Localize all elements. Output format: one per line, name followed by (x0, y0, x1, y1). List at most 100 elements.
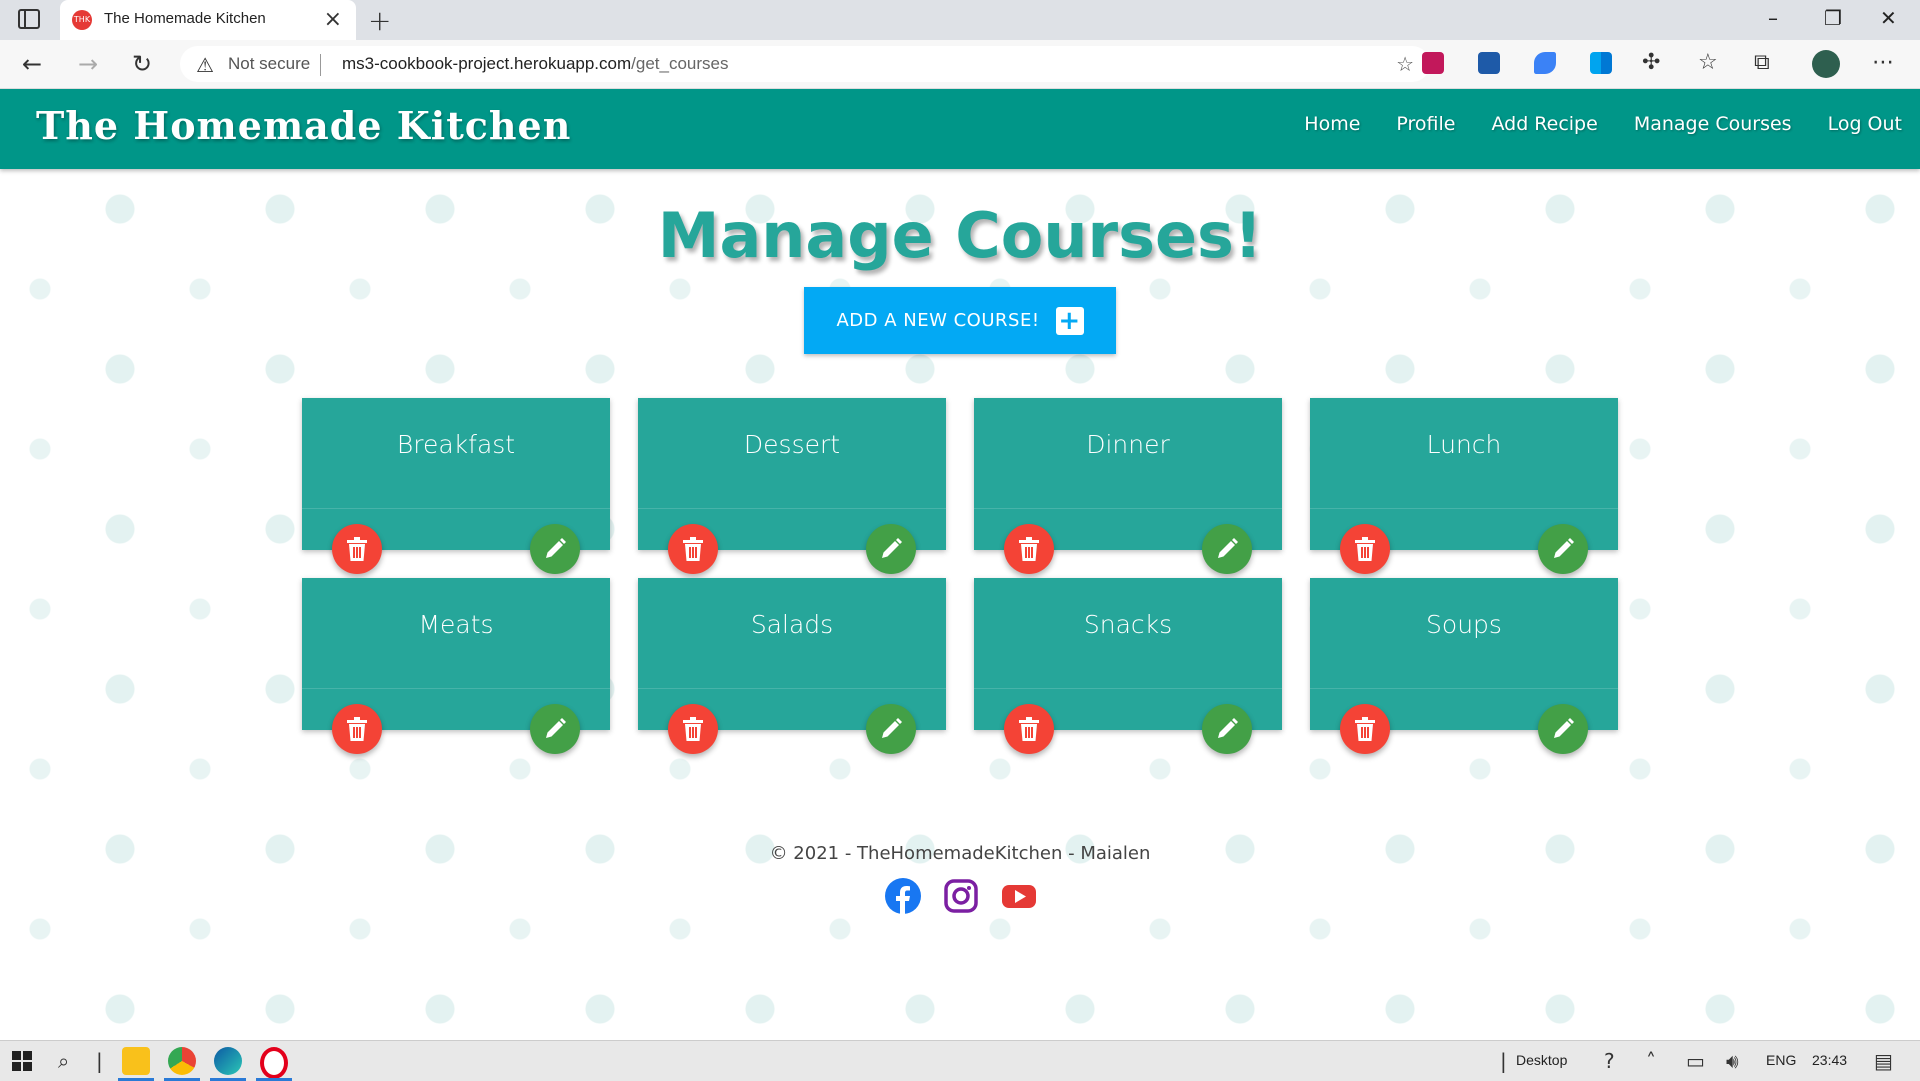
card-divider (974, 688, 1282, 689)
desktop-toolbar-label[interactable]: Desktop (1516, 1052, 1567, 1068)
site-menu: Home Profile Add Recipe Manage Courses L… (1304, 113, 1902, 135)
course-name: Snacks (1083, 610, 1173, 639)
warning-icon[interactable]: ⚠ (196, 53, 214, 77)
nav-manage-courses[interactable]: Manage Courses (1634, 113, 1792, 135)
address-bar[interactable]: ⚠ Not secure ms3-cookbook-project.heroku… (180, 46, 1430, 82)
card-divider (1310, 508, 1618, 509)
refresh-icon[interactable]: ↻ (132, 50, 152, 78)
edge-icon[interactable] (214, 1047, 242, 1075)
opera-icon[interactable] (260, 1047, 288, 1079)
add-favorite-icon[interactable]: ☆ (1396, 52, 1414, 76)
extension-box-icon[interactable] (1478, 52, 1500, 74)
back-icon[interactable]: ← (22, 50, 42, 78)
delete-course-button[interactable] (668, 704, 718, 754)
card-divider (974, 508, 1282, 509)
close-tab-icon[interactable]: × (324, 7, 342, 32)
edit-course-button[interactable] (1538, 704, 1588, 754)
language-indicator[interactable]: ENG (1766, 1052, 1796, 1068)
url-text[interactable]: ms3-cookbook-project.herokuapp.com/get_c… (342, 54, 729, 74)
footer-copyright: © 2021 - TheHomemadeKitchen - Maialen (769, 843, 1151, 864)
os-taskbar: ⌕ | | Desktop ? ˄ ▭ 🔊︎ ENG 23:43 ▤ (0, 1040, 1920, 1081)
site-navbar: The Homemade Kitchen Home Profile Add Re… (0, 89, 1920, 169)
plus-icon: + (1055, 306, 1084, 335)
course-name: Dinner (1086, 430, 1170, 459)
nav-profile[interactable]: Profile (1396, 113, 1455, 135)
extension-feather-icon[interactable] (1534, 52, 1556, 74)
nav-add-recipe[interactable]: Add Recipe (1491, 113, 1597, 135)
course-name: Meats (418, 610, 494, 639)
add-course-label: ADD A NEW COURSE! (836, 310, 1040, 331)
delete-course-button[interactable] (1004, 524, 1054, 574)
tab-title: The Homemade Kitchen (104, 10, 266, 27)
edit-course-button[interactable] (1202, 524, 1252, 574)
card-divider (302, 508, 610, 509)
search-icon[interactable]: ⌕ (58, 1049, 69, 1073)
minimize-icon[interactable]: – (1768, 6, 1778, 30)
instagram-icon[interactable] (942, 877, 980, 915)
add-course-button[interactable]: ADD A NEW COURSE! + (804, 287, 1116, 354)
browser-tab[interactable]: THK The Homemade Kitchen × (60, 0, 356, 40)
delete-course-button[interactable] (668, 524, 718, 574)
youtube-icon[interactable] (1000, 877, 1038, 915)
delete-course-button[interactable] (332, 524, 382, 574)
pencil-icon (882, 538, 902, 558)
divider: | (96, 1049, 103, 1073)
forward-icon[interactable]: → (78, 50, 98, 78)
divider: | (1500, 1049, 1507, 1073)
pencil-icon (882, 718, 902, 738)
network-icon[interactable]: ▭ (1686, 1049, 1705, 1073)
facebook-icon[interactable] (884, 877, 922, 915)
close-window-icon[interactable]: ✕ (1880, 6, 1897, 30)
tab-actions-icon[interactable] (18, 9, 40, 29)
trash-icon (1019, 717, 1039, 741)
delete-course-button[interactable] (1340, 524, 1390, 574)
course-card: Soups (1310, 578, 1618, 754)
favorites-icon[interactable]: ☆ (1698, 50, 1718, 75)
volume-icon[interactable]: 🔊︎ (1726, 1049, 1739, 1073)
browser-tab-bar: THK The Homemade Kitchen × + – ❐ ✕ (0, 0, 1920, 40)
help-icon[interactable]: ? (1604, 1049, 1615, 1073)
course-card: Salads (638, 578, 946, 754)
courses-grid: Breakfast Dessert Dinner Lunch Meats Sal… (302, 398, 1618, 754)
nav-home[interactable]: Home (1304, 113, 1360, 135)
windows-start-icon[interactable] (12, 1051, 32, 1071)
site-favicon: THK (72, 10, 92, 30)
windows-icon[interactable] (1590, 52, 1612, 74)
security-label[interactable]: Not secure (228, 54, 310, 74)
chrome-icon[interactable] (168, 1047, 196, 1075)
extension-offer-icon[interactable] (1422, 52, 1444, 74)
browser-toolbar: ← → ↻ ⚠ Not secure ms3-cookbook-project.… (0, 40, 1920, 89)
file-explorer-icon[interactable] (122, 1047, 150, 1075)
course-name: Soups (1426, 610, 1502, 639)
edit-course-button[interactable] (866, 704, 916, 754)
delete-course-button[interactable] (1340, 704, 1390, 754)
chevron-up-icon[interactable]: ˄ (1646, 1049, 1656, 1073)
notifications-icon[interactable]: ▤ (1874, 1049, 1893, 1073)
course-card: Lunch (1310, 398, 1618, 574)
trash-icon (683, 537, 703, 561)
avatar[interactable] (1812, 50, 1840, 78)
delete-course-button[interactable] (332, 704, 382, 754)
restore-icon[interactable]: ❐ (1824, 6, 1842, 30)
edit-course-button[interactable] (530, 524, 580, 574)
edit-course-button[interactable] (530, 704, 580, 754)
edit-course-button[interactable] (1538, 524, 1588, 574)
extensions-icon[interactable]: ✣ (1642, 50, 1660, 75)
site-brand[interactable]: The Homemade Kitchen (36, 103, 571, 148)
course-card: Breakfast (302, 398, 610, 574)
pencil-icon (1554, 538, 1574, 558)
collections-icon[interactable]: ⧉ (1754, 50, 1770, 75)
trash-icon (347, 717, 367, 741)
nav-log-out[interactable]: Log Out (1828, 113, 1902, 135)
url-path: /get_courses (631, 54, 729, 73)
page-title: Manage Courses! (657, 199, 1263, 272)
card-divider (638, 508, 946, 509)
edit-course-button[interactable] (866, 524, 916, 574)
pencil-icon (546, 538, 566, 558)
delete-course-button[interactable] (1004, 704, 1054, 754)
more-menu-icon[interactable]: ⋯ (1872, 50, 1894, 75)
new-tab-icon[interactable]: + (368, 4, 391, 37)
edit-course-button[interactable] (1202, 704, 1252, 754)
clock[interactable]: 23:43 (1812, 1052, 1847, 1068)
trash-icon (1355, 537, 1375, 561)
